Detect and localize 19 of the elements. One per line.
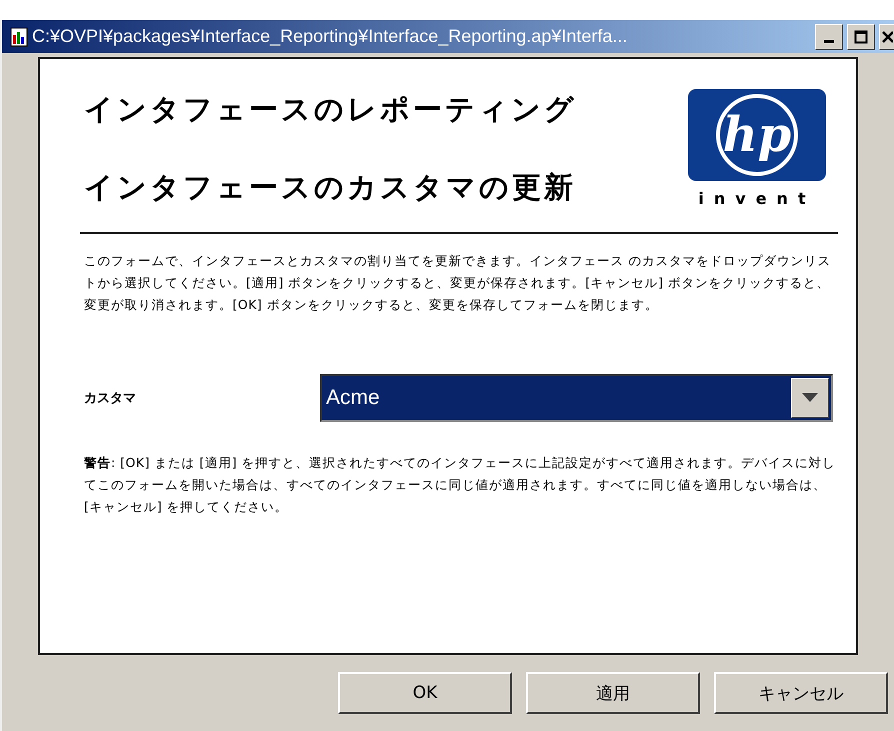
minimize-button[interactable]	[815, 24, 843, 50]
minimize-icon	[824, 40, 834, 43]
form-heading: インタフェースのカスタマの更新	[84, 169, 577, 206]
logo-tagline: invent	[698, 189, 816, 208]
dialog-button[interactable]: キャンセル	[714, 672, 888, 714]
warning-text: 警告: [OK] または [適用] を押すと、選択されたすべてのインタフェースに上記設定がすべて適用されます。デバイスに対してこのフォームを開いた場合は、すべてのインタフェースに同じ値が適用されます。すべてに同じ値を適用しない場合は、[キャンセル] を押してください。	[84, 454, 837, 516]
close-icon	[881, 30, 893, 44]
description-text: このフォームで、インタフェースとカスタマの割り当てを更新できます。インタフェース のカスタマをドロップダウンリストから選択してください。[適用] ボタンをクリックすると、変更が保存されます。[キャンセル] ボタンをクリックすると、変更が取り消されます。[OK] ボタンをクリックすると、変更を保存してフォームを閉じます。	[84, 252, 832, 314]
customer-dropdown[interactable]: Acme	[320, 374, 833, 422]
form-heading: インタフェースのレポーティング	[84, 91, 577, 128]
app-icon	[10, 26, 28, 46]
field-label: カスタマ	[84, 390, 137, 407]
maximize-button[interactable]	[847, 24, 875, 50]
dialog-button[interactable]: OK	[338, 672, 512, 714]
close-button[interactable]	[879, 24, 894, 50]
logo-text: hp	[716, 94, 798, 176]
maximize-icon	[854, 30, 868, 44]
window-title: C:¥OVPI¥packages¥Interface_Reporting¥Interface_Reporting.ap¥Interfa...	[32, 26, 628, 47]
dialog-button[interactable]: 適用	[526, 672, 700, 714]
